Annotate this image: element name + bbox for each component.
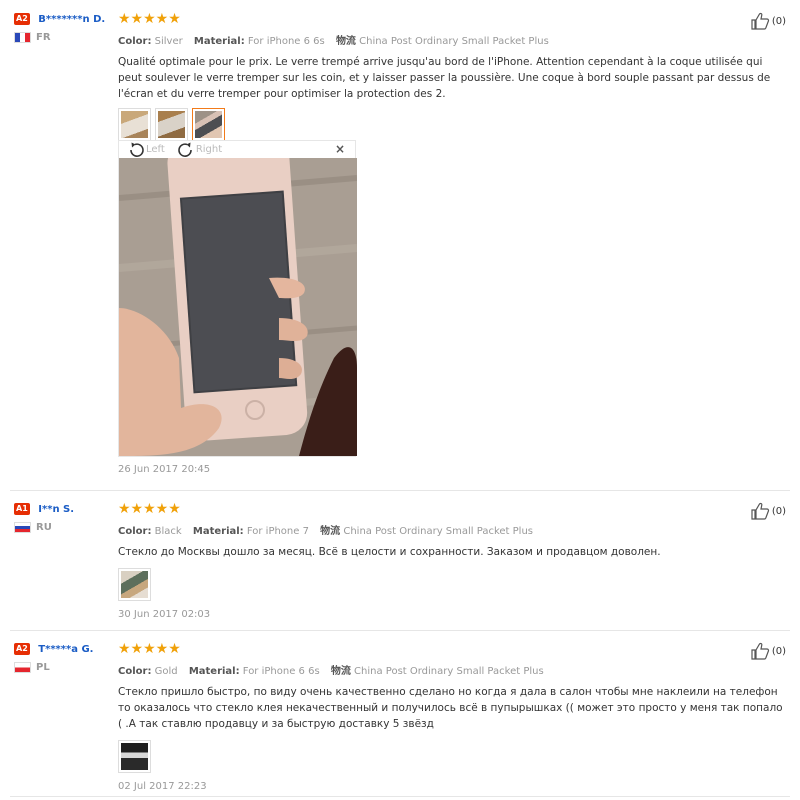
rotate-right-button[interactable]: Right bbox=[177, 142, 222, 158]
material-value: For iPhone 6 6s bbox=[247, 36, 325, 47]
review-photo-thumbnail[interactable] bbox=[118, 740, 151, 773]
review-date: 30 Jun 2017 02:03 bbox=[118, 609, 211, 620]
reviewer-info: A2 B*******n D. FR bbox=[14, 12, 105, 43]
order-attributes: Color: Gold Material: For iPhone 6 6s 物流… bbox=[118, 666, 544, 677]
review-photo-thumbnail-selected[interactable] bbox=[192, 108, 225, 147]
color-value: Black bbox=[154, 526, 182, 537]
close-viewer-button[interactable]: × bbox=[335, 142, 345, 156]
review-text: Qualité optimale pour le prix. Le verre … bbox=[118, 56, 771, 100]
color-value: Gold bbox=[154, 666, 178, 677]
level-badge: A2 bbox=[14, 13, 30, 25]
flag-icon bbox=[14, 662, 31, 673]
rotate-left-button[interactable]: Left bbox=[127, 142, 165, 158]
country-code: RU bbox=[36, 522, 52, 533]
reviewer-info: A1 I**n S. RU bbox=[14, 502, 74, 533]
review-thumbnails bbox=[118, 568, 788, 601]
review-date: 02 Jul 2017 22:23 bbox=[118, 781, 207, 792]
like-count: (0) bbox=[771, 645, 786, 657]
review-photo-thumbnail[interactable] bbox=[155, 108, 188, 141]
like-button[interactable]: (0) bbox=[750, 12, 786, 30]
color-value: Silver bbox=[154, 36, 183, 47]
shipping-value: China Post Ordinary Small Packet Plus bbox=[354, 666, 544, 677]
reviewer-info: A2 T*****a G. PL bbox=[14, 642, 93, 673]
thumbs-up-icon bbox=[751, 12, 769, 30]
like-button[interactable]: (0) bbox=[750, 502, 786, 520]
thumbs-up-icon bbox=[751, 502, 769, 520]
thumbs-up-icon bbox=[751, 642, 769, 660]
review-date: 26 Jun 2017 20:45 bbox=[118, 464, 211, 475]
review-photo-large bbox=[119, 158, 357, 456]
review-thumbnails bbox=[118, 108, 788, 147]
like-count: (0) bbox=[771, 505, 786, 517]
level-badge: A1 bbox=[14, 503, 30, 515]
review-photo-thumbnail[interactable] bbox=[118, 108, 151, 141]
order-attributes: Color: Silver Material: For iPhone 6 6s … bbox=[118, 36, 549, 47]
rotate-right-icon bbox=[178, 142, 192, 157]
reviewer-name: T*****a G. bbox=[38, 643, 94, 655]
like-count: (0) bbox=[771, 15, 786, 27]
flag-icon bbox=[14, 522, 31, 533]
photo-viewer: Left Right × bbox=[118, 140, 357, 457]
reviewer-name: I**n S. bbox=[38, 503, 75, 515]
review-photo-thumbnail[interactable] bbox=[118, 568, 151, 601]
star-rating: ★★★★★ bbox=[118, 501, 181, 517]
country-code: PL bbox=[36, 662, 50, 673]
rotate-left-icon bbox=[130, 142, 144, 157]
review-thumbnails bbox=[118, 740, 788, 773]
reviewer-name: B*******n D. bbox=[38, 13, 106, 25]
star-rating: ★★★★★ bbox=[118, 641, 181, 657]
level-badge: A2 bbox=[14, 643, 30, 655]
review-divider bbox=[10, 490, 790, 491]
country-code: FR bbox=[36, 32, 51, 43]
review-text: Стекло пришло быстро, по виду очень каче… bbox=[118, 686, 783, 730]
material-value: For iPhone 7 bbox=[246, 526, 309, 537]
material-value: For iPhone 6 6s bbox=[242, 666, 320, 677]
like-button[interactable]: (0) bbox=[750, 642, 786, 660]
flag-icon bbox=[14, 32, 31, 43]
order-attributes: Color: Black Material: For iPhone 7 物流 C… bbox=[118, 526, 533, 537]
shipping-value: China Post Ordinary Small Packet Plus bbox=[343, 526, 533, 537]
review-divider bbox=[10, 630, 790, 631]
shipping-value: China Post Ordinary Small Packet Plus bbox=[359, 36, 549, 47]
star-rating: ★★★★★ bbox=[118, 11, 181, 27]
review-divider bbox=[10, 796, 790, 797]
review-text: Стекло до Москвы дошло за месяц. Всё в ц… bbox=[118, 546, 661, 558]
phone-in-hand-image bbox=[119, 158, 357, 456]
